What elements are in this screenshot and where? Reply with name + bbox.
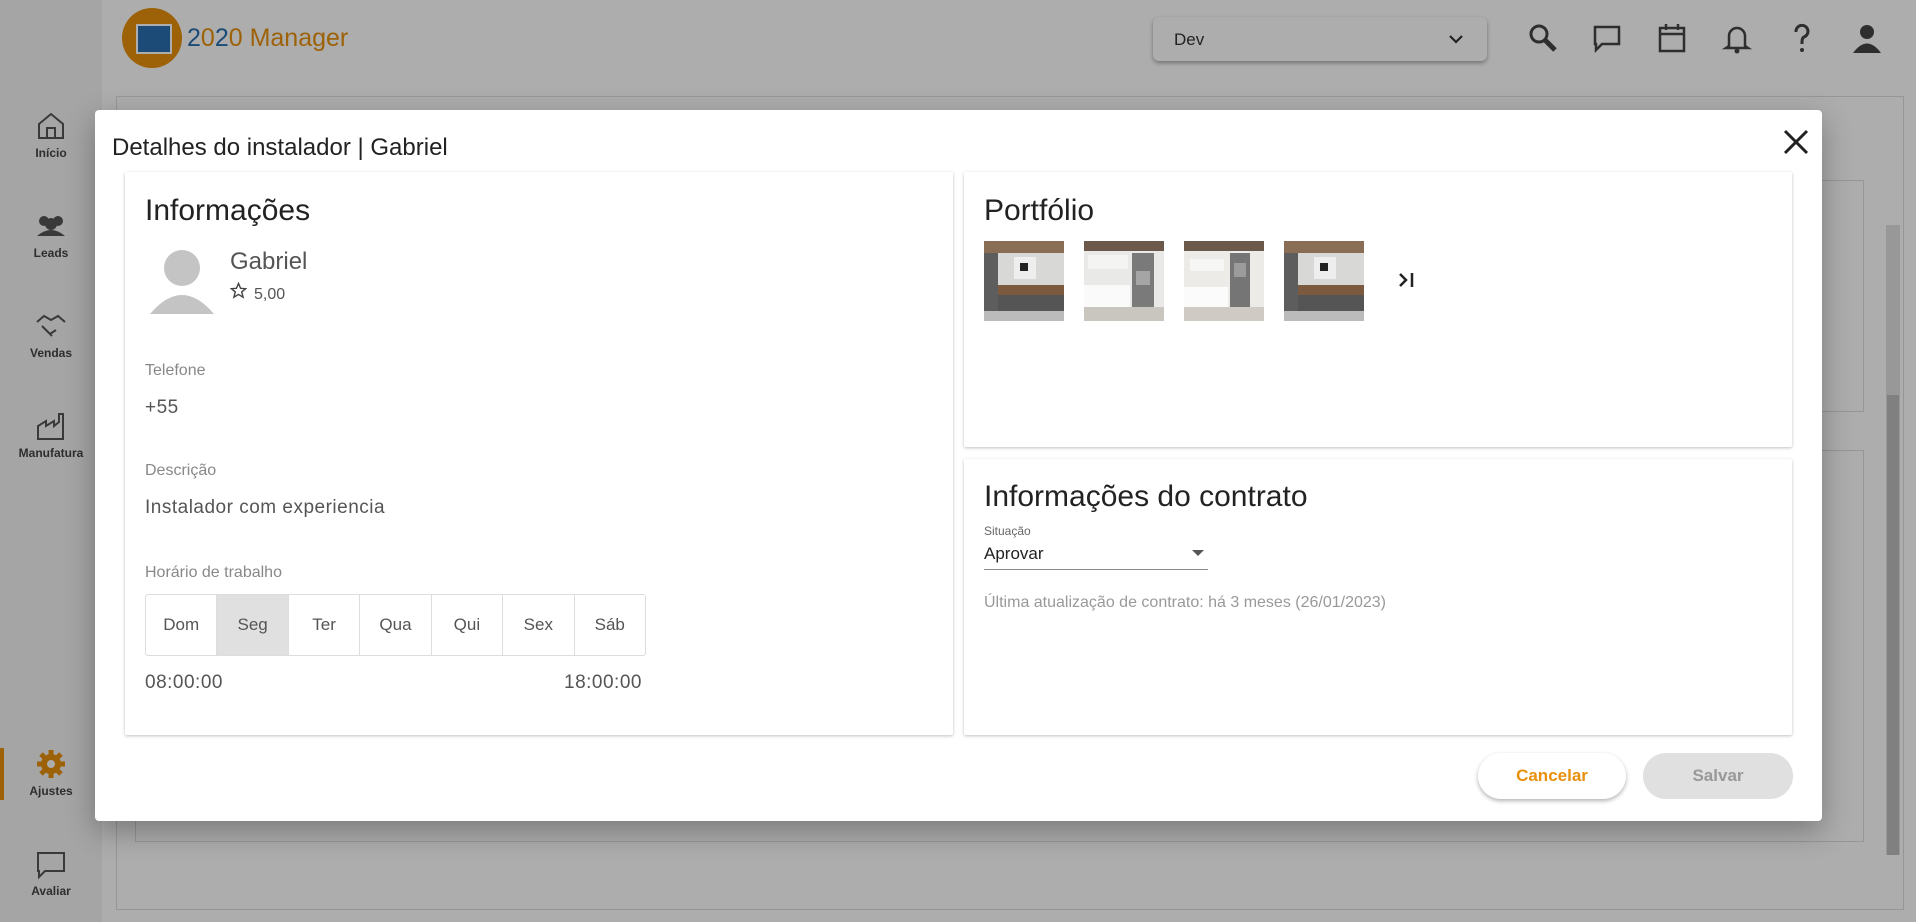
description-value: Instalador com experiencia [145,497,386,518]
info-card: Informações Gabriel 5,00 Telefone +55 De… [125,172,953,735]
rating-value: 5,00 [254,286,286,303]
phone-value: +55 [145,397,179,418]
star-icon [229,281,254,304]
day-toggle-ter[interactable]: Ter [289,595,361,655]
save-button[interactable]: Salvar [1643,753,1793,799]
contract-card: Informações do contrato Situação Aprovar… [964,459,1792,735]
portfolio-card: Portfólio [964,172,1792,447]
phone-label: Telefone [145,362,206,379]
dialog-title: Detalhes do instalador | Gabriel [112,134,448,161]
rating: 5,00 [229,281,286,304]
last-update-text: Última atualização de contrato: há 3 mes… [984,594,1387,611]
portfolio-image-kitchen[interactable] [1184,241,1264,321]
status-label: Situação [984,524,1031,538]
next-page-icon[interactable] [1394,267,1420,293]
day-toggle-qua[interactable]: Qua [360,595,432,655]
day-toggle-seg[interactable]: Seg [217,595,289,655]
portfolio-heading: Portfólio [984,194,1095,227]
portfolio-image-bathroom[interactable] [1284,241,1364,321]
avatar [148,246,216,314]
contract-heading: Informações do contrato [984,480,1308,513]
weekday-toggle-group: Dom Seg Ter Qua Qui Sex Sáb [145,594,646,656]
day-toggle-sab[interactable]: Sáb [575,595,645,655]
end-time: 18:00:00 [564,672,642,693]
installer-name: Gabriel [230,248,308,275]
portfolio-image-bathroom[interactable] [984,241,1064,321]
close-icon[interactable] [1780,126,1812,158]
portfolio-image-kitchen[interactable] [1084,241,1164,321]
cancel-button[interactable]: Cancelar [1478,753,1626,799]
schedule-label: Horário de trabalho [145,564,282,581]
status-select[interactable]: Aprovar [984,539,1208,570]
description-label: Descrição [145,462,217,479]
day-toggle-dom[interactable]: Dom [146,595,218,655]
day-toggle-qui[interactable]: Qui [432,595,504,655]
info-heading: Informações [145,194,311,227]
status-value: Aprovar [984,544,1044,563]
caret-down-icon [1192,550,1204,556]
start-time: 08:00:00 [145,672,223,693]
day-toggle-sex[interactable]: Sex [503,595,575,655]
installer-details-dialog: Detalhes do instalador | Gabriel Informa… [95,110,1822,821]
